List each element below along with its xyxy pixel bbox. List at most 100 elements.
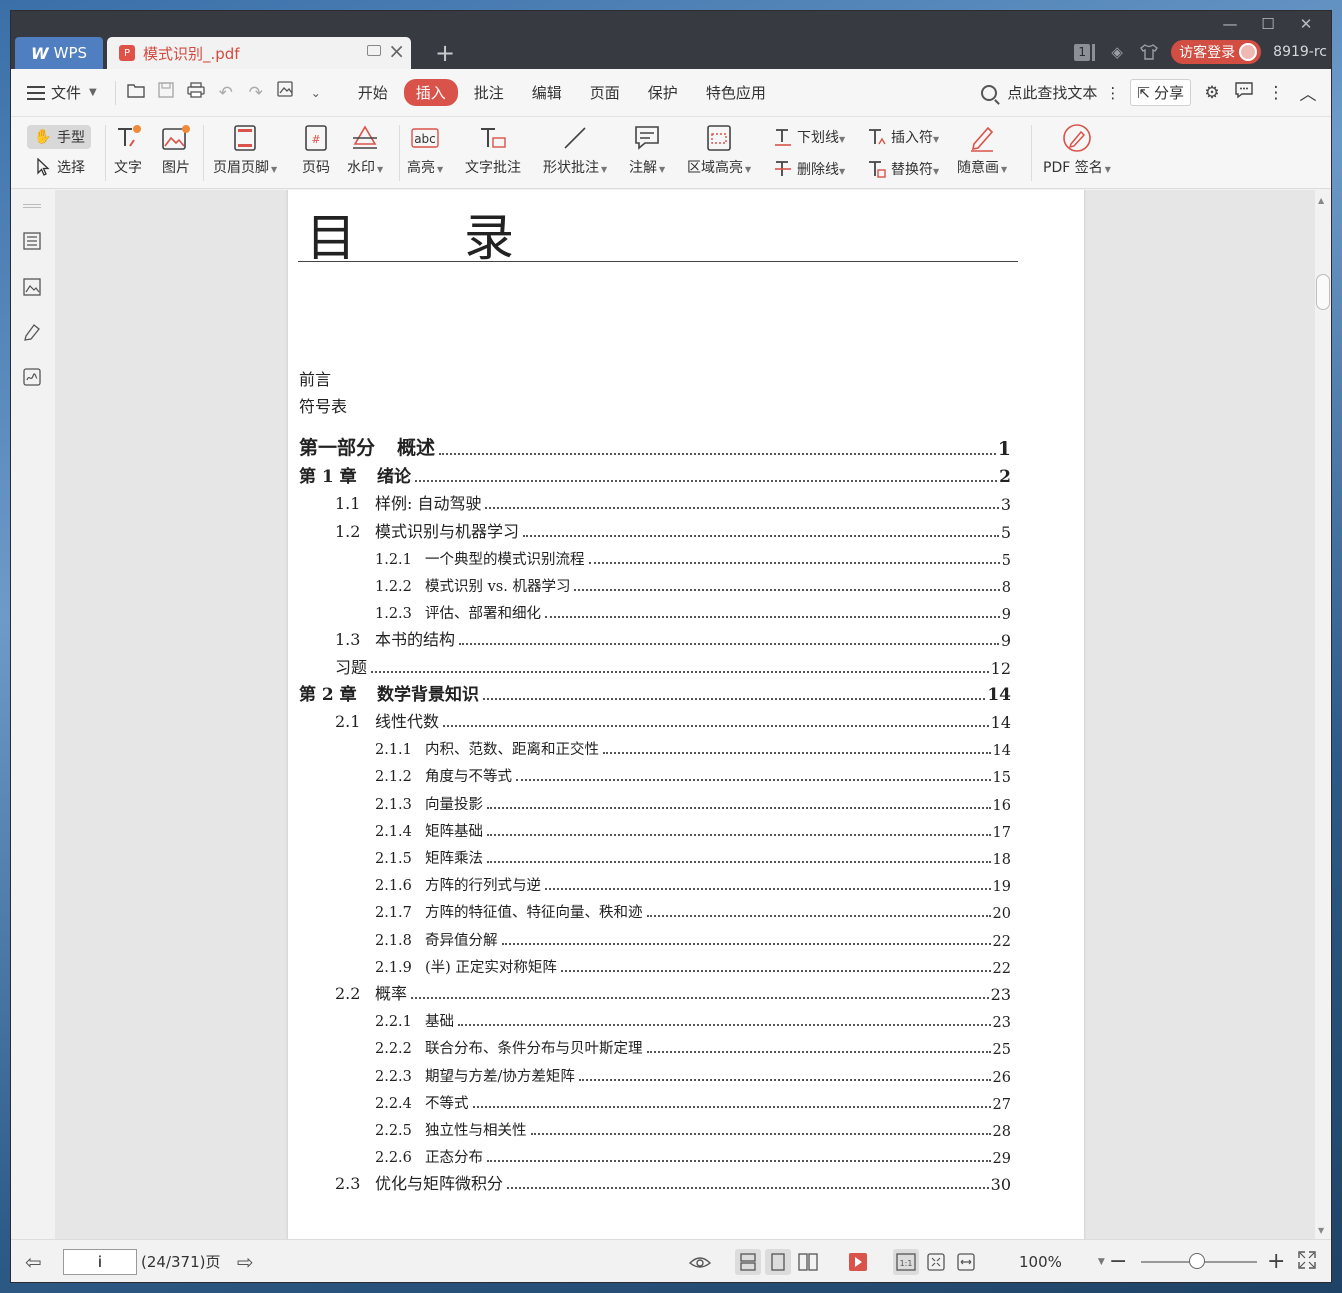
zoom-out-button[interactable]: − <box>1109 1240 1127 1282</box>
window-count-badge[interactable]: 1 <box>1074 43 1096 61</box>
toc-entry[interactable]: 1.2.2 模式识别 vs. 机器学习 8 <box>299 576 1011 596</box>
toc-entry[interactable]: 第 2 章数学背景知识 14 <box>299 685 1011 705</box>
header-footer-button[interactable]: 页眉页脚 ▼ <box>213 123 277 177</box>
panel-drag-handle[interactable] <box>23 204 41 208</box>
insert-text-button[interactable]: 文字 <box>113 123 143 177</box>
tab-special-apps[interactable]: 特色应用 <box>694 79 778 106</box>
message-icon[interactable] <box>1233 81 1255 104</box>
next-page-button[interactable]: ⇨ <box>237 1240 254 1282</box>
toc-entry[interactable]: 2.2.5 独立性与相关性 28 <box>299 1120 1011 1140</box>
page-number-input[interactable] <box>63 1248 137 1275</box>
fit-page-icon[interactable] <box>923 1249 949 1275</box>
toc-entry[interactable]: 1.2 模式识别与机器学习 5 <box>299 522 1011 542</box>
select-tool-button[interactable]: 选择 <box>33 157 85 177</box>
tab-close-icon[interactable]: × <box>388 39 405 63</box>
toc-entry[interactable]: 2.1 线性代数 14 <box>299 712 1011 732</box>
close-window-icon[interactable]: ✕ <box>1287 13 1325 35</box>
tab-pin-icon[interactable] <box>367 45 381 56</box>
fullscreen-button[interactable] <box>1297 1240 1317 1282</box>
toc-entry[interactable]: 2.1.4 矩阵基础 17 <box>299 821 1011 841</box>
tab-start[interactable]: 开始 <box>346 79 400 106</box>
outline-list-icon[interactable] <box>21 230 43 252</box>
text-comment-button[interactable]: 文字批注 <box>465 123 521 177</box>
toc-entry[interactable]: 1.2.1 一个典型的模式识别流程 5 <box>299 549 1011 569</box>
zoom-select[interactable]: 100% ▼ <box>1019 1240 1105 1282</box>
toc-entry[interactable]: 2.1.5 矩阵乘法 18 <box>299 848 1011 868</box>
redo-icon[interactable]: ↷ <box>246 83 266 103</box>
eye-protection-icon[interactable] <box>687 1249 713 1275</box>
tab-protect[interactable]: 保护 <box>636 79 690 106</box>
strikethrough-button[interactable]: 删除线▼ <box>773 159 845 179</box>
pdf-sign-button[interactable]: PDF 签名 ▼ <box>1043 123 1111 177</box>
settings-gear-icon[interactable]: ⚙ <box>1201 83 1223 103</box>
collapse-ribbon-icon[interactable]: ︿ <box>1297 80 1319 105</box>
document-tab[interactable]: P 模式识别_.pdf × <box>107 37 411 69</box>
toc-entry[interactable]: 1.2.3 评估、部署和细化 9 <box>299 603 1011 623</box>
toc-entry[interactable]: 2.2.2 联合分布、条件分布与贝叶斯定理 25 <box>299 1038 1011 1058</box>
wps-home-tab[interactable]: W WPS <box>15 37 103 69</box>
scroll-up-icon[interactable]: ▲ <box>1318 196 1324 205</box>
toc-entry[interactable]: 第 1 章绪论 2 <box>299 467 1011 487</box>
toc-entry[interactable]: 2.1.8 奇异值分解 22 <box>299 930 1011 950</box>
vertical-scrollbar[interactable]: ▲ ▼ <box>1315 190 1331 1241</box>
guest-login-button[interactable]: 访客登录 <box>1171 40 1262 64</box>
share-button[interactable]: ⇱ 分享 <box>1130 79 1191 106</box>
file-menu-button[interactable]: 文件 ▼ <box>27 82 97 103</box>
area-highlight-button[interactable]: 区域高亮 ▼ <box>687 123 751 177</box>
tab-comment[interactable]: 批注 <box>462 79 516 106</box>
toc-entry[interactable]: 2.1.9 (半) 正定实对称矩阵 22 <box>299 957 1011 977</box>
zoom-slider-knob[interactable] <box>1188 1253 1205 1269</box>
skin-icon[interactable]: ◈ <box>1107 42 1127 62</box>
highlight-button[interactable]: abc 高亮 ▼ <box>407 123 443 177</box>
watermark-button[interactable]: 水印 ▼ <box>347 123 383 177</box>
zoom-in-button[interactable]: + <box>1267 1240 1285 1282</box>
toc-entry[interactable]: 2.2.4 不等式 27 <box>299 1093 1011 1113</box>
toc-entry[interactable]: 2.2 概率 23 <box>299 984 1011 1004</box>
scrollbar-thumb[interactable] <box>1316 274 1330 310</box>
toc-preface[interactable]: 前言 <box>299 366 331 390</box>
toc-entry[interactable]: 2.1.7 方阵的特征值、特征向量、秩和迹 20 <box>299 902 1011 922</box>
save-icon[interactable] <box>156 82 176 103</box>
find-text-button[interactable]: 点此查找文本 ⋮ <box>981 82 1120 103</box>
toc-symbols[interactable]: 符号表 <box>299 393 347 417</box>
insert-image-button[interactable]: 图片 <box>161 123 191 177</box>
shape-comment-button[interactable]: 形状批注 ▼ <box>543 123 607 177</box>
fit-width-icon[interactable] <box>953 1249 979 1275</box>
insert-mark-button[interactable]: 插入符▼ <box>867 127 939 147</box>
actual-size-icon[interactable]: 1:1 <box>893 1249 919 1275</box>
open-folder-icon[interactable] <box>126 82 146 103</box>
shirt-icon[interactable] <box>1139 42 1159 62</box>
play-slideshow-icon[interactable] <box>845 1249 871 1275</box>
tab-edit[interactable]: 编辑 <box>520 79 574 106</box>
undo-icon[interactable]: ↶ <box>216 83 236 103</box>
freehand-button[interactable]: 随意画 ▼ <box>957 123 1007 177</box>
prev-page-button[interactable]: ⇦ <box>25 1240 42 1282</box>
toc-entry[interactable]: 2.2.6 正态分布 29 <box>299 1147 1011 1167</box>
maximize-icon[interactable]: ☐ <box>1249 13 1287 35</box>
scroll-down-icon[interactable]: ▼ <box>1318 1226 1324 1235</box>
toc-entry[interactable]: 2.2.3 期望与方差/协方差矩阵 26 <box>299 1066 1011 1086</box>
underline-button[interactable]: 下划线▼ <box>773 127 845 147</box>
document-viewport[interactable]: 目 录 前言 符号表 第一部分 概述 1 第 1 章绪论 2 1.1 样例: 自动驾驶 3 1.… <box>55 190 1317 1241</box>
toc-entry[interactable]: 1.3 本书的结构 9 <box>299 630 1011 650</box>
customize-dropdown-icon[interactable]: ⌄ <box>306 86 326 100</box>
toc-entry[interactable]: 第一部分 概述 1 <box>299 437 1011 460</box>
more-options-icon[interactable]: ⋮ <box>1265 83 1287 103</box>
tab-page[interactable]: 页面 <box>578 79 632 106</box>
toc-entry[interactable]: 2.1.6 方阵的行列式与逆 19 <box>299 875 1011 895</box>
tab-insert[interactable]: 插入 <box>403 79 458 106</box>
single-page-view-icon[interactable] <box>765 1249 791 1275</box>
more-vertical-icon[interactable]: ⋮ <box>1105 84 1120 102</box>
toc-entry[interactable]: 2.3 优化与矩阵微积分 30 <box>299 1174 1011 1194</box>
toc-entry[interactable]: 2.1.3 向量投影 16 <box>299 794 1011 814</box>
note-button[interactable]: 注解 ▼ <box>629 123 665 177</box>
toc-entry[interactable]: 2.2.1 基础 23 <box>299 1011 1011 1031</box>
continuous-view-icon[interactable] <box>735 1249 761 1275</box>
page-number-button[interactable]: # 页码 <box>301 123 331 177</box>
hand-tool-button[interactable]: ✋ 手型 <box>27 125 91 149</box>
thumbnails-icon[interactable] <box>21 276 43 298</box>
export-image-icon[interactable] <box>276 81 296 104</box>
print-icon[interactable] <box>186 82 206 103</box>
replace-mark-button[interactable]: 替换符▼ <box>867 159 939 179</box>
toc-entry[interactable]: 2.1.2 角度与不等式 15 <box>299 766 1011 786</box>
